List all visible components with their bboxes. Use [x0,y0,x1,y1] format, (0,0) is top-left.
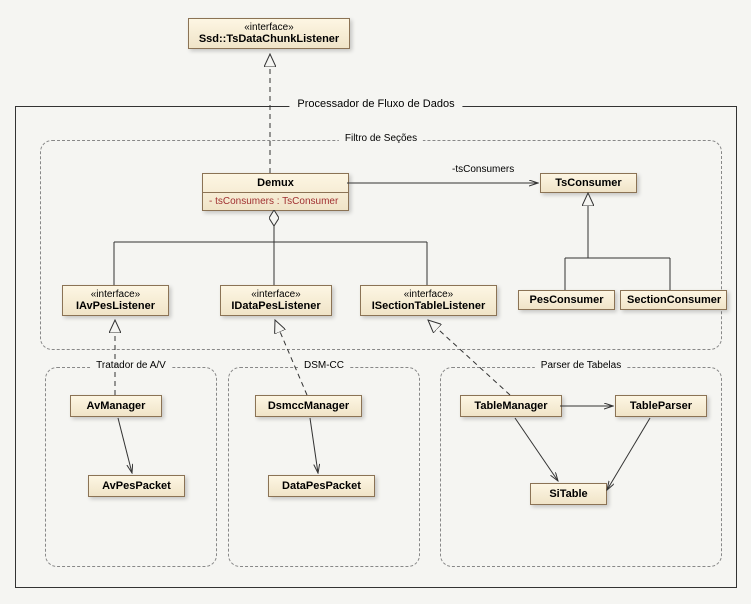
class-demux: Demux - tsConsumers : TsConsumer [202,173,349,211]
class-name-label: PesConsumer [525,294,608,306]
class-name-label: TableManager [461,400,561,412]
stereotype-label: «interface» [195,22,343,33]
assoc-label-tsconsumers: -tsConsumers [450,164,516,175]
frame-title-processador: Processador de Fluxo de Dados [289,98,462,110]
class-name-label: AvManager [71,400,161,412]
class-sectionconsumer: SectionConsumer [620,290,727,310]
class-name-label: AvPesPacket [89,480,184,492]
class-name-label: DataPesPacket [269,480,374,492]
class-ssd-tsdatachunklistener: «interface» Ssd::TsDataChunkListener [188,18,350,49]
class-pesconsumer: PesConsumer [518,290,615,310]
class-avmanager: AvManager [70,395,162,417]
class-name-label: SectionConsumer [627,294,720,306]
frame-title-parser: Parser de Tabelas [535,360,627,371]
class-name-label: SiTable [531,488,606,500]
class-idatapeslistener: «interface» IDataPesListener [220,285,332,316]
stereotype-label: «interface» [227,289,325,300]
class-datapespacket: DataPesPacket [268,475,375,497]
class-sitable: SiTable [530,483,607,505]
stereotype-label: «interface» [367,289,490,300]
class-name-label: Ssd::TsDataChunkListener [195,33,343,45]
class-name-label: DsmccManager [256,400,361,412]
class-isectiontablelistener: «interface» ISectionTableListener [360,285,497,316]
class-attrs: - tsConsumers : TsConsumer [203,193,348,210]
class-name-label: IDataPesListener [227,300,325,312]
class-dsmccmanager: DsmccManager [255,395,362,417]
class-iavpeslistener: «interface» IAvPesListener [62,285,169,316]
class-tableparser: TableParser [615,395,707,417]
frame-title-tratador: Tratador de A/V [90,360,172,371]
stereotype-label: «interface» [69,289,162,300]
frame-title-filtro: Filtro de Seções [339,133,423,144]
class-name-label: ISectionTableListener [367,300,490,312]
frame-filtro: Filtro de Seções [40,140,722,350]
class-name-label: TableParser [616,400,706,412]
class-avpespacket: AvPesPacket [88,475,185,497]
class-name-label: TsConsumer [547,177,630,189]
class-tablemanager: TableManager [460,395,562,417]
frame-title-dsmcc: DSM-CC [298,360,350,371]
class-tsconsumer: TsConsumer [540,173,637,193]
class-name-label: IAvPesListener [69,300,162,312]
class-name-label: Demux [209,177,342,189]
